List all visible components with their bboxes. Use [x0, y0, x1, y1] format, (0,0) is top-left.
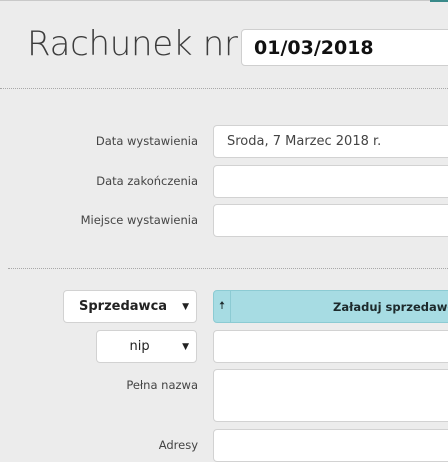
load-seller-label: Załaduj sprzedawcę [333, 299, 448, 314]
invoice-number-input[interactable] [241, 29, 448, 66]
place-label: Miejsce wystawienia [80, 213, 198, 227]
page-title: Rachunek nr [27, 24, 238, 64]
address-label: Adresy [158, 438, 198, 452]
address-field[interactable] [213, 429, 448, 462]
id-type-select[interactable]: nip ▼ [96, 330, 197, 363]
end-date-field[interactable] [213, 165, 448, 198]
full-name-label: Pełna nazwa [126, 378, 198, 392]
section-divider [8, 268, 448, 269]
place-field[interactable] [213, 204, 448, 237]
end-date-label: Data zakończenia [96, 174, 198, 188]
chevron-down-icon: ▼ [182, 301, 189, 312]
issue-date-field[interactable] [213, 125, 448, 158]
id-number-field[interactable] [213, 330, 448, 363]
header-divider [0, 88, 448, 89]
top-border [0, 0, 448, 1]
party-select-value: Sprzedawca [79, 299, 168, 314]
full-name-field[interactable] [213, 369, 448, 422]
id-type-select-value: nip [129, 339, 150, 354]
top-accent-bar [430, 0, 448, 2]
arrow-up-icon: 🠅 [214, 291, 232, 322]
chevron-down-icon: ▼ [182, 341, 189, 352]
load-seller-button[interactable]: 🠅 Załaduj sprzedawcę [213, 290, 448, 323]
issue-date-label: Data wystawienia [95, 134, 198, 148]
party-select[interactable]: Sprzedawca ▼ [63, 290, 197, 323]
